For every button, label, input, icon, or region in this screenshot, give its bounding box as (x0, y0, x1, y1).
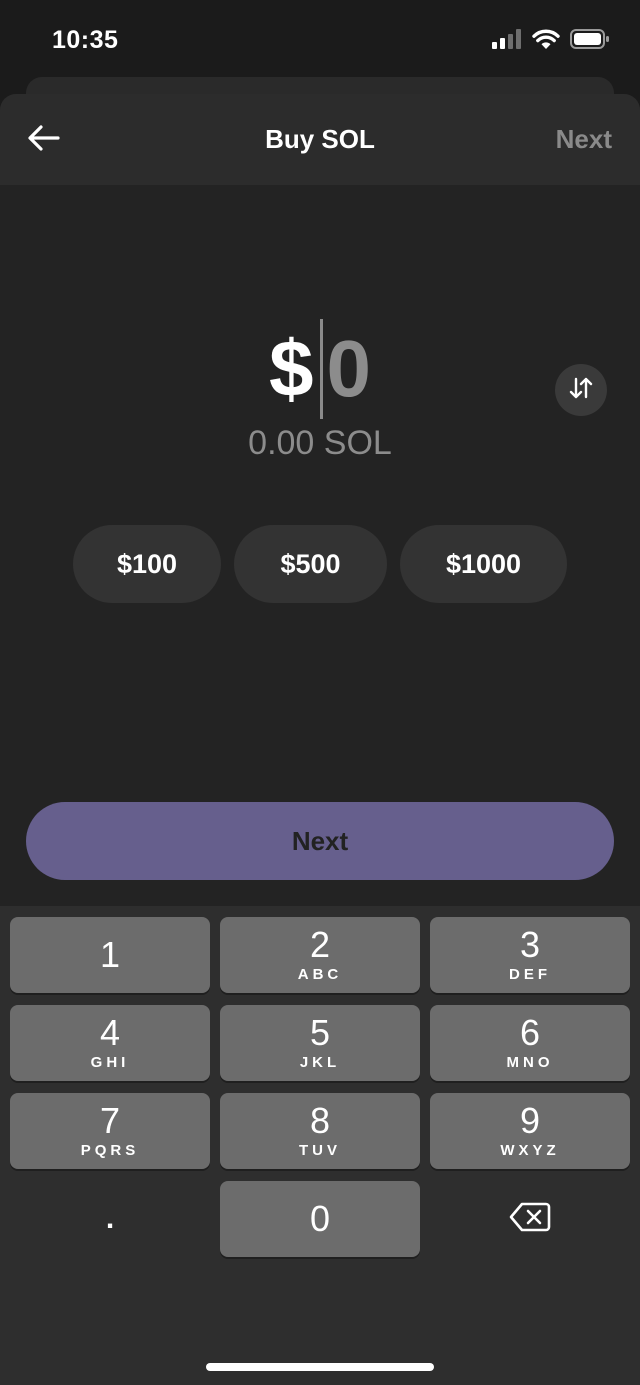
key-letters: MNO (506, 1054, 554, 1071)
header-next-button[interactable]: Next (556, 94, 612, 185)
key-6[interactable]: 6 MNO (430, 1005, 630, 1081)
home-indicator[interactable] (206, 1363, 434, 1371)
key-1[interactable]: 1 (10, 917, 210, 993)
swap-currency-button[interactable] (555, 364, 607, 416)
key-letters: JKL (299, 1054, 341, 1071)
key-3[interactable]: 3 DEF (430, 917, 630, 993)
back-button[interactable] (24, 120, 64, 160)
key-digit: 2 (309, 924, 331, 965)
key-digit: 7 (99, 1100, 121, 1141)
key-digit: 1 (99, 934, 121, 975)
key-digit: 0 (309, 1198, 331, 1239)
key-letters: DEF (509, 966, 551, 983)
cellular-signal-icon (492, 28, 522, 54)
next-button[interactable]: Next (26, 802, 614, 880)
arrow-left-icon (27, 124, 61, 157)
key-backspace[interactable] (430, 1181, 630, 1257)
key-letters: ABC (297, 966, 343, 983)
numeric-keypad: 1 2 ABC 3 DEF 4 GHI 5 JKL 6 MNO 7 PQRS 8… (0, 906, 640, 1385)
key-digit: 3 (519, 924, 541, 965)
key-4[interactable]: 4 GHI (10, 1005, 210, 1081)
key-0[interactable]: 0 (220, 1181, 420, 1257)
wifi-icon (532, 28, 560, 55)
amount-currency-symbol: $ (269, 324, 314, 413)
converted-amount: 0.00 SOL (248, 424, 392, 462)
key-letters: TUV (299, 1142, 341, 1159)
page-title: Buy SOL (265, 124, 375, 154)
key-digit: 8 (309, 1100, 331, 1141)
amount-display[interactable]: $ 0 (0, 314, 640, 424)
swap-arrows-icon (568, 375, 594, 406)
text-cursor (319, 319, 323, 419)
key-2[interactable]: 2 ABC (220, 917, 420, 993)
key-letters: PQRS (80, 1142, 140, 1159)
key-9[interactable]: 9 WXYZ (430, 1093, 630, 1169)
header-bar: Buy SOL Next (0, 94, 640, 185)
key-7[interactable]: 7 PQRS (10, 1093, 210, 1169)
key-digit: 5 (309, 1012, 331, 1053)
decimal-label: . (105, 1202, 115, 1235)
status-time: 10:35 (52, 26, 119, 54)
key-letters: GHI (90, 1054, 130, 1071)
key-digit: 9 (519, 1100, 541, 1141)
amount-value: 0 (326, 324, 372, 413)
key-5[interactable]: 5 JKL (220, 1005, 420, 1081)
battery-icon (570, 28, 610, 54)
preset-500-button[interactable]: $500 (234, 525, 387, 603)
status-bar: 10:35 (0, 0, 640, 80)
preset-1000-button[interactable]: $1000 (400, 525, 567, 603)
key-8[interactable]: 8 TUV (220, 1093, 420, 1169)
key-decimal[interactable]: . (10, 1181, 210, 1257)
preset-amounts: $100 $500 $1000 (0, 525, 640, 603)
key-digit: 6 (519, 1012, 541, 1053)
status-icons (492, 28, 610, 54)
backspace-icon (509, 1201, 551, 1238)
key-letters: WXYZ (500, 1142, 560, 1159)
key-digit: 4 (99, 1012, 121, 1053)
preset-100-button[interactable]: $100 (73, 525, 221, 603)
